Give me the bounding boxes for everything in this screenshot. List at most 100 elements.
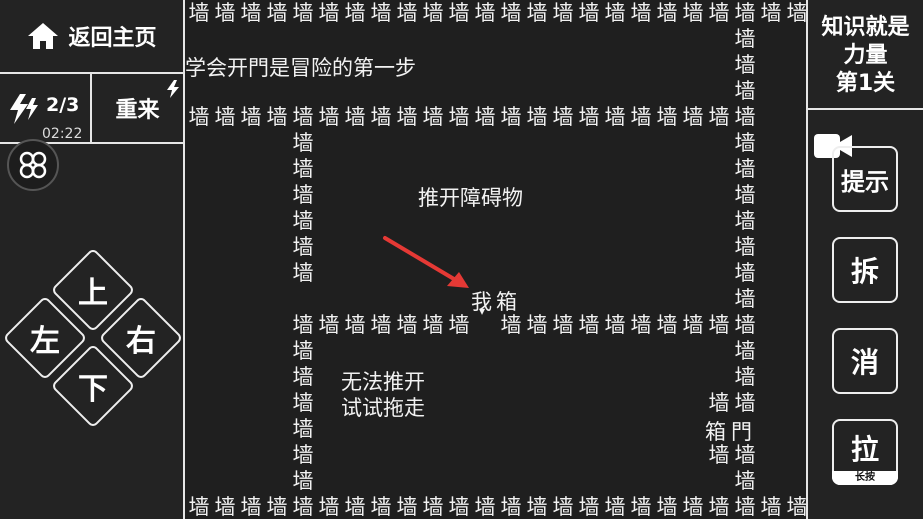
wall-tile: 墙: [604, 313, 626, 337]
wall-tile: 墙: [318, 313, 340, 337]
home-label: 返回主页: [68, 26, 157, 51]
wall-tile: 墙: [708, 391, 730, 415]
lightning-small-icon: [167, 80, 179, 98]
hint-button[interactable]: 提示: [832, 146, 898, 212]
wall-tile: 墙: [292, 157, 314, 181]
left-panel: 返回主页 2/3 02:22 重来 上 左 右 下: [0, 0, 185, 519]
wall-tile: 墙: [708, 495, 730, 519]
game-board: 学会开門是冒险的第一步 推开障碍物 无法推开 试试拖走 我 箱 ▾ 箱 門 墙墙…: [185, 0, 806, 519]
wall-tile: 墙: [292, 443, 314, 467]
wall-tile: 墙: [500, 495, 522, 519]
wall-tile: 墙: [760, 495, 782, 519]
wall-tile: 墙: [422, 1, 444, 25]
wall-tile: 墙: [734, 443, 756, 467]
wall-tile: 墙: [734, 209, 756, 233]
wall-tile: 墙: [656, 313, 678, 337]
wall-tile: 墙: [448, 105, 470, 129]
wall-tile: 墙: [734, 53, 756, 77]
dpad-right-label: 右: [126, 324, 156, 359]
home-button[interactable]: 返回主页: [0, 0, 183, 74]
level-title-text: 学会开門是冒险的第一步: [185, 56, 416, 80]
wall-tile: 墙: [734, 261, 756, 285]
wall-tile: 墙: [656, 495, 678, 519]
pull-button[interactable]: 拉 长按: [832, 419, 898, 485]
wall-tile: 墙: [578, 105, 600, 129]
wall-tile: 墙: [526, 313, 548, 337]
pull-label: 拉: [850, 433, 879, 466]
right-panel: 知识就是 力量 第1关 提示 拆 消 拉 长按: [806, 0, 923, 519]
wall-tile: 墙: [474, 105, 496, 129]
wall-tile: 墙: [552, 1, 574, 25]
wall-tile: 墙: [526, 495, 548, 519]
wall-tile: 墙: [526, 105, 548, 129]
clover-menu-icon: [19, 151, 47, 179]
wall-tile: 墙: [214, 105, 236, 129]
eliminate-button[interactable]: 消: [832, 328, 898, 394]
wall-tile: 墙: [786, 495, 807, 519]
wall-tile: 墙: [422, 105, 444, 129]
wall-tile: 墙: [318, 105, 340, 129]
dismantle-button[interactable]: 拆: [832, 237, 898, 303]
wall-tile: 墙: [500, 105, 522, 129]
wall-tile: 墙: [552, 313, 574, 337]
dpad-down-label: 下: [78, 372, 108, 407]
wall-tile: 墙: [448, 1, 470, 25]
wall-tile: 墙: [370, 1, 392, 25]
wall-tile: 墙: [786, 1, 807, 25]
wall-tile: 墙: [552, 105, 574, 129]
energy-timer: 02:22: [42, 126, 83, 142]
wall-tile: 墙: [734, 339, 756, 363]
wall-tile: 墙: [604, 495, 626, 519]
wall-tile: 墙: [344, 105, 366, 129]
wall-tile: 墙: [604, 1, 626, 25]
wall-tile: 墙: [292, 365, 314, 389]
wall-tile: 墙: [188, 105, 210, 129]
wall-tile: 墙: [266, 495, 288, 519]
wall-tile: 墙: [370, 495, 392, 519]
wall-tile: 墙: [292, 105, 314, 129]
restart-button[interactable]: 重来: [92, 74, 183, 144]
cannot-push-text-2: 试试拖走: [341, 396, 425, 420]
wall-tile: 墙: [292, 469, 314, 493]
wall-tile: 墙: [500, 1, 522, 25]
wall-tile: 墙: [760, 1, 782, 25]
wall-tile: 墙: [214, 1, 236, 25]
wall-tile: 墙: [240, 1, 262, 25]
wall-tile: 墙: [734, 1, 756, 25]
wall-tile: 墙: [734, 183, 756, 207]
energy-count: 2/3: [46, 94, 80, 116]
wall-tile: 墙: [240, 495, 262, 519]
wall-tile: 墙: [370, 313, 392, 337]
wall-tile: 墙: [318, 495, 340, 519]
wall-tile: 墙: [708, 313, 730, 337]
wall-tile: 墙: [344, 1, 366, 25]
wall-tile: 墙: [292, 261, 314, 285]
wall-tile: 墙: [734, 495, 756, 519]
wall-tile: 墙: [370, 105, 392, 129]
wall-tile: 墙: [292, 235, 314, 259]
wall-tile: 墙: [656, 105, 678, 129]
wall-tile: 墙: [604, 105, 626, 129]
wall-tile: 墙: [630, 1, 652, 25]
level-name-line-2: 力量: [843, 43, 888, 68]
wall-tile: 墙: [188, 495, 210, 519]
wall-tile: 墙: [734, 235, 756, 259]
wall-tile: 墙: [318, 1, 340, 25]
wall-tile: 墙: [240, 105, 262, 129]
wall-tile: 墙: [734, 157, 756, 181]
wall-tile: 墙: [734, 313, 756, 337]
wall-tile: 墙: [292, 417, 314, 441]
menu-button[interactable]: [7, 139, 59, 191]
wall-tile: 墙: [474, 495, 496, 519]
wall-tile: 墙: [292, 183, 314, 207]
wall-tile: 墙: [266, 105, 288, 129]
hint-label: 提示: [841, 167, 889, 196]
level-name-line-1: 知识就是: [821, 15, 910, 40]
wall-tile: 墙: [500, 313, 522, 337]
wall-tile: 墙: [526, 1, 548, 25]
box-indicator: ▾: [479, 304, 486, 318]
long-press-label: 长按: [832, 471, 898, 485]
wall-tile: 墙: [682, 1, 704, 25]
hint-arrow-icon: [383, 236, 469, 288]
home-icon: [28, 23, 59, 49]
